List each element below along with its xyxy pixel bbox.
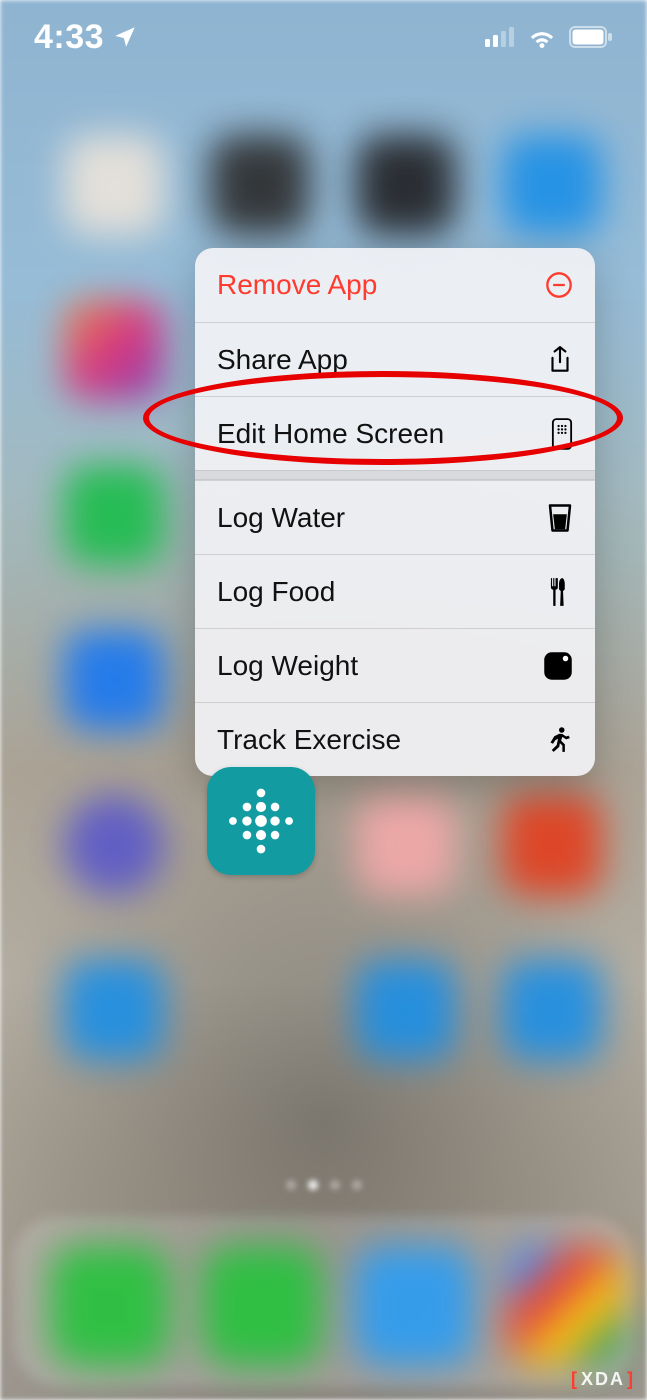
track-exercise-item[interactable]: Track Exercise bbox=[195, 702, 595, 776]
blurred-app bbox=[502, 960, 602, 1060]
blurred-app bbox=[502, 795, 602, 895]
log-food-item[interactable]: Log Food bbox=[195, 554, 595, 628]
scale-icon bbox=[543, 651, 573, 681]
blurred-dock-app bbox=[506, 1246, 626, 1366]
battery-icon bbox=[569, 26, 613, 48]
edit-home-screen-item[interactable]: Edit Home Screen bbox=[195, 396, 595, 470]
page-indicator bbox=[286, 1180, 362, 1190]
menu-label: Log Weight bbox=[217, 650, 358, 682]
blurred-app bbox=[64, 960, 164, 1060]
menu-label: Log Food bbox=[217, 576, 335, 608]
cellular-signal-icon bbox=[485, 27, 515, 47]
menu-label: Track Exercise bbox=[217, 724, 401, 756]
blurred-app bbox=[356, 135, 456, 235]
watermark-text: XDA bbox=[581, 1369, 625, 1390]
share-app-item[interactable]: Share App bbox=[195, 322, 595, 396]
remove-app-item[interactable]: Remove App bbox=[195, 248, 595, 322]
menu-label: Remove App bbox=[217, 269, 377, 301]
wifi-icon bbox=[527, 26, 557, 48]
menu-label: Log Water bbox=[217, 502, 345, 534]
fitbit-app-icon[interactable] bbox=[207, 767, 315, 875]
blurred-app bbox=[356, 795, 456, 895]
location-arrow-icon bbox=[112, 24, 138, 50]
status-bar: 4:33 bbox=[0, 0, 647, 74]
log-water-item[interactable]: Log Water bbox=[195, 480, 595, 554]
blurred-app bbox=[64, 300, 164, 400]
blurred-app bbox=[64, 630, 164, 730]
xda-watermark: [XDA] bbox=[571, 1369, 635, 1390]
blurred-dock-app bbox=[50, 1246, 170, 1366]
apps-grid-icon bbox=[543, 418, 573, 450]
menu-label: Edit Home Screen bbox=[217, 418, 444, 450]
blurred-app bbox=[502, 135, 602, 235]
blurred-app bbox=[64, 465, 164, 565]
blurred-app bbox=[64, 135, 164, 235]
log-weight-item[interactable]: Log Weight bbox=[195, 628, 595, 702]
menu-separator bbox=[195, 470, 595, 480]
blurred-app bbox=[210, 135, 310, 235]
app-context-menu: Remove App Share App Edit Home Screen Lo… bbox=[195, 248, 595, 776]
menu-label: Share App bbox=[217, 344, 348, 376]
blurred-app bbox=[356, 960, 456, 1060]
fork-knife-icon bbox=[543, 577, 573, 607]
running-icon bbox=[543, 725, 573, 755]
remove-circle-icon bbox=[543, 271, 573, 299]
blurred-dock-app bbox=[354, 1246, 474, 1366]
water-glass-icon bbox=[543, 503, 573, 533]
bracket-icon: [ bbox=[571, 1369, 579, 1390]
bracket-icon: ] bbox=[627, 1369, 635, 1390]
blurred-dock-app bbox=[202, 1246, 322, 1366]
status-time: 4:33 bbox=[34, 18, 104, 57]
share-icon bbox=[543, 345, 573, 375]
blurred-app bbox=[64, 795, 164, 895]
